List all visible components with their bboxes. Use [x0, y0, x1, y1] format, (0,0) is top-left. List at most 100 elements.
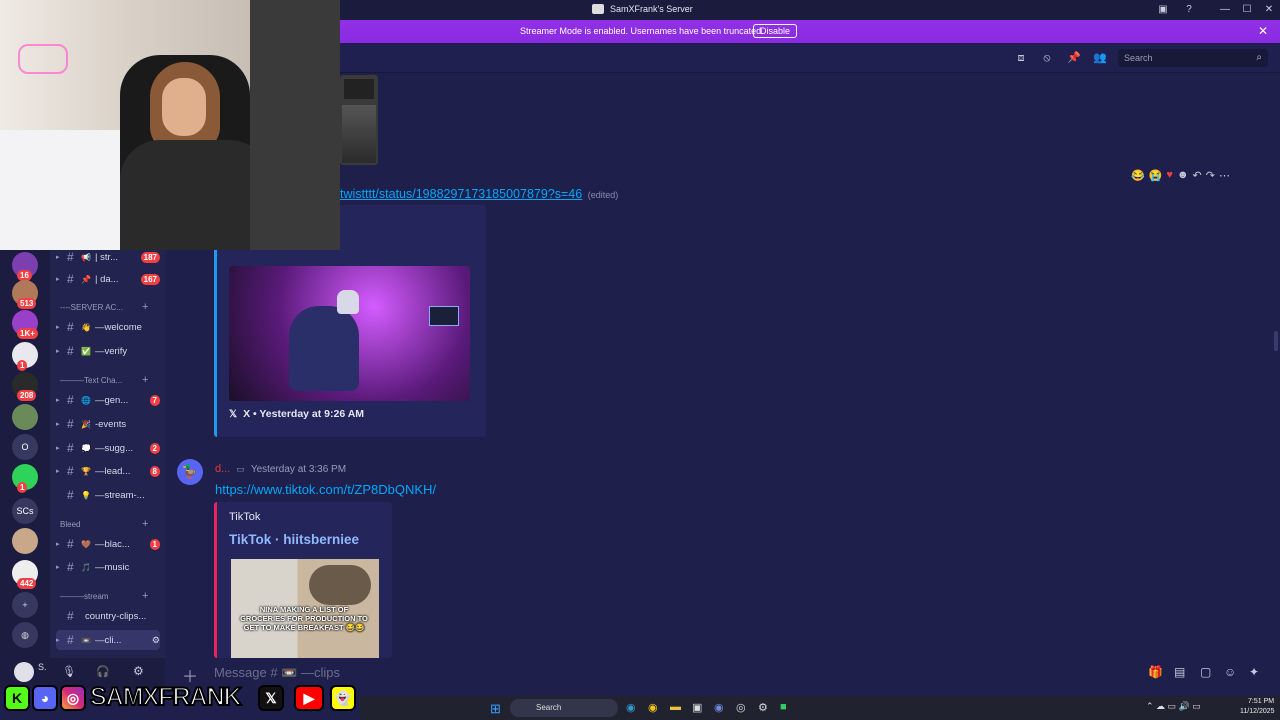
- search-input[interactable]: Search ⌕: [1118, 49, 1268, 67]
- channel-item[interactable]: ▸ # 👋 —welcome: [56, 317, 160, 337]
- channel-emoji: ✅: [81, 346, 91, 356]
- channel-item[interactable]: # country-clips...: [56, 606, 160, 626]
- category-header[interactable]: ———stream: [60, 592, 108, 601]
- tiktok-link[interactable]: https://www.tiktok.com/t/ZP8DbQNKH/: [215, 482, 436, 497]
- channel-item[interactable]: ▸ # 📢 | str... 187: [56, 247, 160, 267]
- help-icon[interactable]: ?: [1180, 2, 1198, 18]
- reply-icon[interactable]: ↶: [1193, 169, 1202, 185]
- channel-item[interactable]: ▸ # 🎉 -events: [56, 414, 160, 434]
- edge-icon[interactable]: ◉: [626, 701, 636, 714]
- server-icon-5[interactable]: [12, 404, 38, 430]
- apps-icon[interactable]: ✦: [1249, 665, 1259, 679]
- mute-icon[interactable]: ⦸: [1040, 51, 1054, 65]
- laugh-reaction-icon[interactable]: 😂: [1131, 169, 1145, 185]
- channel-emoji: 🌐: [81, 395, 91, 405]
- chat-scrollbar[interactable]: [1274, 331, 1278, 351]
- twitter-link[interactable]: twistttt/status/1988297173185007879?s=46: [340, 187, 582, 201]
- close-window-button[interactable]: ✕: [1260, 2, 1278, 18]
- hash-icon: #: [67, 464, 74, 478]
- store-icon[interactable]: ▣: [692, 701, 702, 714]
- channel-item[interactable]: ▸ # 🎵 —music: [56, 557, 160, 577]
- discord-logo-icon: ◕: [32, 685, 58, 711]
- embed-video-thumbnail[interactable]: [229, 266, 470, 401]
- more-options-icon[interactable]: ⋯: [1219, 169, 1230, 185]
- channel-item[interactable]: ▸ # 📌 | da... 167: [56, 269, 160, 289]
- headphones-icon[interactable]: 🎧: [96, 665, 110, 678]
- microphone-icon[interactable]: 🎙: [62, 665, 76, 678]
- channel-item[interactable]: ▸ # 🏆 —lead... 8: [56, 461, 160, 481]
- emoji-icon[interactable]: ☺: [1224, 665, 1236, 679]
- app-taskbar-icon[interactable]: ■: [780, 701, 787, 713]
- hash-icon: #: [67, 488, 74, 502]
- server-mention-badge: 1: [17, 482, 28, 493]
- add-reaction-icon[interactable]: ☻: [1177, 169, 1189, 185]
- gif-icon[interactable]: ▤: [1174, 665, 1185, 679]
- discord-taskbar-icon[interactable]: ◉: [714, 701, 724, 714]
- category-header[interactable]: Bleed: [60, 520, 80, 529]
- cry-reaction-icon[interactable]: 😭: [1149, 169, 1163, 185]
- create-channel-icon[interactable]: +: [142, 301, 148, 313]
- gift-icon[interactable]: 🎁: [1148, 665, 1163, 679]
- forward-icon[interactable]: ↷: [1206, 169, 1215, 185]
- server-icon-6[interactable]: O: [12, 434, 38, 460]
- message-actions-bar: 😂 😭 ♥ ☻ ↶ ↷ ⋯: [1131, 169, 1230, 185]
- channel-item[interactable]: ▸ # 🤎 —blac... 1: [56, 534, 160, 554]
- channel-emoji: 🎵: [81, 562, 91, 572]
- channel-item[interactable]: ▸ # 💭 —sugg... 2: [56, 438, 160, 458]
- embed-title[interactable]: TikTok · hiitsberniee: [229, 532, 359, 547]
- threads-icon[interactable]: ⧈: [1014, 51, 1028, 65]
- tiktok-thumbnail[interactable]: NINA MAKING A LIST OF GROCERIES FOR PROD…: [231, 559, 379, 658]
- embed-image-top[interactable]: [340, 75, 378, 165]
- settings-taskbar-icon[interactable]: ⚙: [758, 701, 768, 714]
- system-tray-icons[interactable]: ⌃ ☁ ▭ 🔊 ▭: [1146, 701, 1201, 712]
- user-settings-icon[interactable]: ⚙: [133, 664, 144, 678]
- server-icon-8[interactable]: SCs: [12, 498, 38, 524]
- inbox-icon[interactable]: ▣: [1154, 2, 1172, 18]
- create-channel-icon[interactable]: +: [142, 590, 148, 602]
- heart-reaction-icon[interactable]: ♥: [1166, 169, 1173, 185]
- explore-servers-icon[interactable]: ◍: [12, 622, 38, 648]
- kick-logo-icon: K: [4, 685, 30, 711]
- explorer-icon[interactable]: ▬: [670, 701, 681, 713]
- unread-badge: 167: [140, 273, 160, 285]
- channel-emoji: 🤎: [81, 539, 91, 549]
- youtube-logo-icon: ▶: [294, 685, 324, 711]
- pinned-icon[interactable]: 📌: [1067, 51, 1081, 65]
- expand-arrow-icon: ▸: [56, 276, 60, 283]
- channel-item[interactable]: ▸ # ✅ —verify: [56, 341, 160, 361]
- member-list-icon[interactable]: 👥: [1093, 51, 1107, 65]
- hash-icon: #: [67, 560, 74, 574]
- channel-settings-icon[interactable]: ⚙: [152, 635, 160, 646]
- message-input[interactable]: Message # 📼 —clips: [214, 665, 340, 681]
- close-banner-icon[interactable]: ✕: [1258, 24, 1268, 38]
- embed-footer: 𝕏 X • Yesterday at 9:26 AM: [229, 408, 365, 420]
- category-header[interactable]: ———Text Cha...: [60, 376, 122, 385]
- add-server-icon[interactable]: +: [12, 592, 38, 618]
- sticker-icon[interactable]: ▢: [1200, 665, 1211, 679]
- taskbar-search[interactable]: Search: [510, 699, 618, 717]
- channel-item[interactable]: ▸ # 📼 —cli... ⚙: [56, 630, 160, 650]
- create-channel-icon[interactable]: +: [142, 374, 148, 386]
- server-icon-9[interactable]: [12, 528, 38, 554]
- category-header[interactable]: ----SERVER AC...: [60, 303, 123, 312]
- hash-icon: #: [67, 441, 74, 455]
- maximize-button[interactable]: ☐: [1238, 2, 1256, 18]
- create-channel-icon[interactable]: +: [142, 518, 148, 530]
- windows-start-icon[interactable]: ⊞: [490, 701, 501, 717]
- avatar[interactable]: 🦆: [177, 459, 203, 485]
- disable-streamer-mode-button[interactable]: Disable: [753, 24, 798, 38]
- channel-name: —stream-...: [94, 489, 145, 501]
- channel-name: —verify: [94, 345, 128, 357]
- obs-icon[interactable]: ◎: [736, 701, 746, 714]
- channel-item[interactable]: # 💡 —stream-...: [56, 485, 160, 505]
- expand-arrow-icon: ▸: [56, 541, 60, 548]
- x-logo-icon: 𝕏: [229, 408, 238, 420]
- user-avatar[interactable]: [14, 662, 34, 682]
- chrome-icon[interactable]: ◉: [648, 701, 658, 714]
- minimize-button[interactable]: —: [1216, 2, 1234, 18]
- channel-emoji: 📼: [81, 635, 91, 645]
- message-author[interactable]: d...: [215, 463, 230, 475]
- channel-header: ⧈ ⦸ 📌 👥 Search ⌕: [340, 43, 1280, 73]
- channel-item[interactable]: ▸ # 🌐 —gen... 7: [56, 390, 160, 410]
- channel-emoji: 📢: [81, 252, 91, 262]
